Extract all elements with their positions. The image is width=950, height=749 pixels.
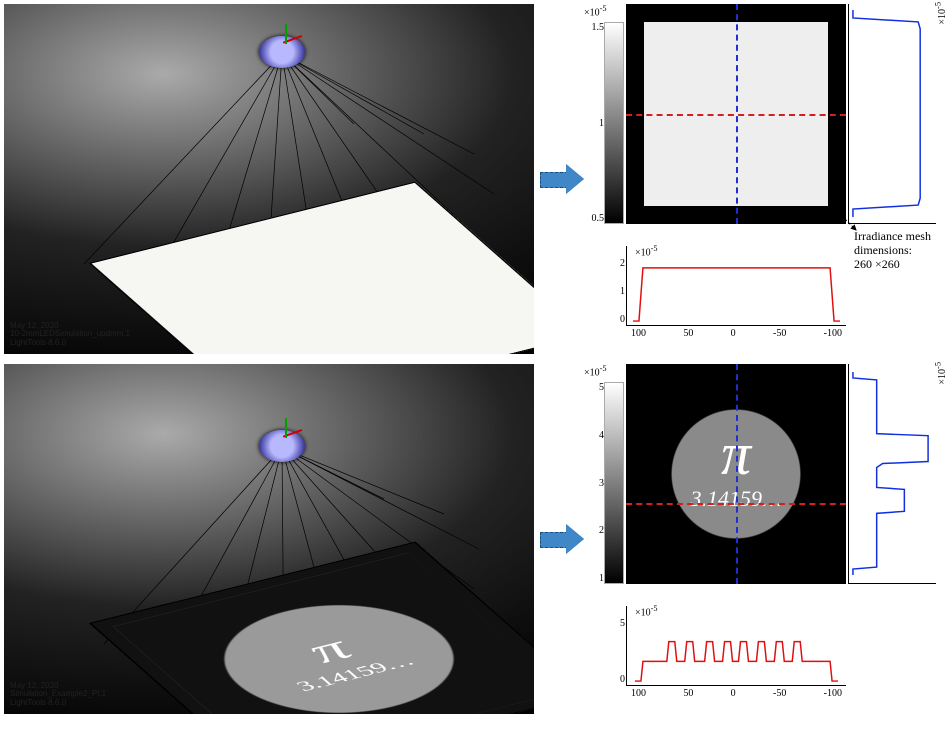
cbar-tick: 3 [590, 478, 604, 489]
ytick: 2 [613, 258, 625, 269]
colorbar-gradient [604, 22, 624, 224]
cbar-tick: 1 [590, 118, 604, 129]
colorbar: ×10-5 5 4 3 2 1 [590, 364, 624, 584]
colorbar: ×10-5 1.5 1 0.5 [590, 4, 624, 224]
xtick: 100 [631, 328, 646, 339]
xtick: -100 [824, 688, 842, 699]
cbar-tick: 5 [590, 382, 604, 393]
colorbar-gradient [604, 382, 624, 584]
cbar-tick: 4 [590, 430, 604, 441]
cbar-tick: 2 [590, 525, 604, 536]
vertical-profile-pi: ×10-5 [848, 364, 936, 584]
arrow-icon [540, 164, 584, 194]
xtick: 100 [631, 688, 646, 699]
vprof-exp: ×10 [937, 369, 948, 385]
render-stamp: May 12, 2020 Simulation_Example2_PI.1 Li… [10, 682, 106, 708]
analysis-uniform: ×10-5 1.5 1 0.5 ×10-5 ×10-5 2 1 [590, 4, 946, 354]
heatmap-xticks [626, 226, 846, 244]
crosshair-horizontal [626, 503, 846, 505]
cbar-sup: -5 [600, 364, 607, 373]
horizontal-profile-pi: ×10-5 5 0 100 50 0 -50 -100 [626, 606, 846, 686]
ytick: 5 [613, 618, 625, 629]
hprof-exp: ×10 [635, 607, 651, 618]
vprof-sup: -5 [934, 2, 943, 9]
horizontal-profile-uniform: ×10-5 2 1 0 100 50 0 -50 -100 [626, 246, 846, 326]
hprof-exp: ×10 [635, 247, 651, 258]
xtick: 0 [731, 688, 736, 699]
cbar-exp: ×10 [584, 7, 600, 18]
render-pi: π 3.14159… May 12, 2020 Simulation_Examp… [4, 364, 534, 714]
crosshair-horizontal [626, 114, 846, 116]
crosshair-vertical [736, 364, 738, 584]
ytick: 0 [613, 314, 625, 325]
hprof-sup: -5 [651, 604, 658, 613]
irradiance-map-uniform [626, 4, 846, 224]
vertical-profile-uniform: ×10-5 [848, 4, 936, 224]
heatmap-xticks [626, 586, 846, 604]
vprof-sup: -5 [934, 362, 943, 369]
analysis-pi: ×10-5 5 4 3 2 1 π 3.14159… ×10-5 [590, 364, 946, 714]
render-uniform: May 12, 2020 10-2mmLEDSimulation_updmm.1… [4, 4, 534, 354]
xtick: 50 [683, 688, 693, 699]
xtick: -50 [773, 328, 786, 339]
cbar-tick: 1 [590, 573, 604, 584]
cbar-sup: -5 [600, 4, 607, 13]
cbar-tick: 0.5 [590, 213, 604, 224]
xtick: -50 [773, 688, 786, 699]
mesh-annotation-text: Irradiance mesh dimensions: 260 ×260 [854, 230, 944, 271]
irradiance-map-pi: π 3.14159… [626, 364, 846, 584]
cbar-exp: ×10 [584, 367, 600, 378]
xtick: 50 [683, 328, 693, 339]
ytick: 0 [613, 674, 625, 685]
hprof-sup: -5 [651, 244, 658, 253]
mesh-annotation: Irradiance mesh dimensions: 260 ×260 [830, 204, 930, 274]
cbar-tick: 1.5 [590, 22, 604, 33]
ytick: 1 [613, 286, 625, 297]
render-stamp: May 12, 2020 10-2mmLEDSimulation_updmm.1… [10, 322, 130, 348]
xtick: -100 [824, 328, 842, 339]
arrow-icon [540, 524, 584, 554]
vprof-exp: ×10 [937, 9, 948, 25]
xtick: 0 [731, 328, 736, 339]
